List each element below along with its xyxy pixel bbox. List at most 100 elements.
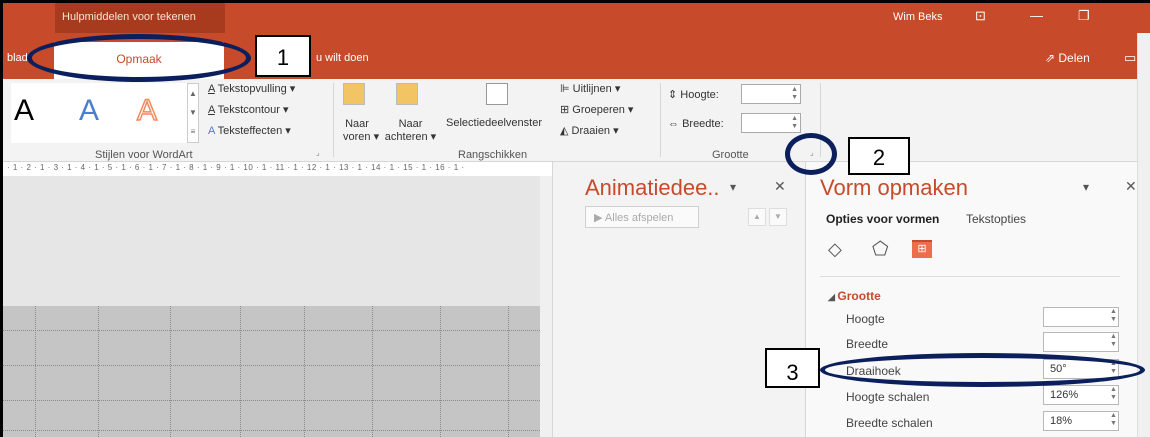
pane-options-icon[interactable]: ▾ xyxy=(730,180,736,194)
restore-icon[interactable]: ❐ xyxy=(1078,8,1090,24)
close-icon[interactable]: ✕ xyxy=(1125,178,1137,195)
annotation-oval-3 xyxy=(820,353,1145,387)
bring-forward-icon[interactable] xyxy=(343,83,365,105)
gridline xyxy=(372,306,373,437)
bring-forward-button[interactable]: Naarvoren ▾ xyxy=(343,118,379,143)
animation-pane-title: Animatiedee.. xyxy=(585,175,720,200)
scale-width-input[interactable]: 18% xyxy=(1043,411,1119,431)
spinner-arrows-icon[interactable]: ▲ ▼ xyxy=(791,86,798,102)
wordart-gallery-scroll[interactable]: ▲ ▼ ≡ xyxy=(187,83,199,143)
rotate-button[interactable]: ◭ Draaien ▾ xyxy=(560,124,619,137)
group-icon: ⊞ xyxy=(560,104,570,116)
user-name[interactable]: Wim Beks xyxy=(893,11,943,23)
tell-me-box[interactable]: u wilt doen xyxy=(316,52,369,64)
spinner-arrows-icon[interactable]: ▲ ▼ xyxy=(1110,412,1117,428)
gridline xyxy=(3,430,540,431)
vertical-scrollbar[interactable] xyxy=(540,176,552,437)
separator xyxy=(333,83,334,157)
comments-icon[interactable]: ▭ xyxy=(1124,50,1136,66)
text-effects-button[interactable]: A Teksteffecten ▾ xyxy=(208,124,291,137)
gridline xyxy=(35,306,36,437)
height-label: ⇕ Hoogte: xyxy=(668,89,719,101)
ribbon-display-icon[interactable]: ⊡ xyxy=(975,8,986,24)
play-all-button[interactable]: ▶ Alles afspelen xyxy=(585,206,699,228)
move-up-icon[interactable]: ▲ xyxy=(748,208,766,226)
tab-text-options[interactable]: Tekstopties xyxy=(966,212,1026,226)
gridline xyxy=(170,306,171,437)
arrange-group-label: Rangschikken xyxy=(458,149,528,161)
rotate-icon: ◭ xyxy=(560,125,569,137)
fill-line-icon[interactable]: ◇ xyxy=(828,239,842,260)
divider xyxy=(820,276,1120,277)
scale-height-input[interactable]: 126% xyxy=(1043,385,1119,405)
tab-shape-options[interactable]: Opties voor vormen xyxy=(826,212,939,226)
effects-pentagon-icon[interactable]: ⬠ xyxy=(872,238,889,261)
text-outline-button[interactable]: A Tekstcontour ▾ xyxy=(208,103,289,116)
wordart-style-blue[interactable]: A xyxy=(79,94,99,128)
annotation-label-3: 3 xyxy=(765,348,820,388)
wordart-style-outline[interactable]: A xyxy=(136,93,158,128)
share-label: Delen xyxy=(1058,51,1090,65)
share-button[interactable]: ⇗ Delen xyxy=(1045,51,1090,65)
collapse-triangle-icon: ◢ xyxy=(828,292,838,302)
spinner-arrows-icon[interactable]: ▲ ▼ xyxy=(791,115,798,131)
spinner-arrows-icon[interactable]: ▲ ▼ xyxy=(1110,308,1117,324)
close-icon[interactable]: ✕ xyxy=(774,178,786,195)
width-input[interactable] xyxy=(1043,332,1119,352)
separator xyxy=(660,83,661,157)
selection-pane-button[interactable]: Selectiedeelvenster xyxy=(446,117,542,129)
right-scrollbar[interactable] xyxy=(1137,33,1150,437)
height-input[interactable] xyxy=(1043,307,1119,327)
text-outline-icon: A xyxy=(208,104,215,116)
text-effects-icon: A xyxy=(208,125,215,137)
height-icon: ⇕ xyxy=(668,89,678,101)
annotation-oval-2 xyxy=(785,133,837,175)
tab-partial-left[interactable]: blad xyxy=(7,52,28,64)
context-tab-drawing-tools: Hulpmiddelen voor tekenen xyxy=(55,3,225,33)
spinner-arrows-icon[interactable]: ▲ ▼ xyxy=(1110,386,1117,402)
rotate-label: Draaien xyxy=(571,125,611,137)
height-row-label: Hoogte xyxy=(846,312,885,326)
wordart-style-black[interactable]: A xyxy=(14,94,34,128)
wordart-dialog-launcher-icon[interactable]: ⌟ xyxy=(316,148,320,157)
text-fill-button[interactable]: A Tekstopvulling ▾ xyxy=(208,82,295,95)
width-spinner[interactable]: ▲ ▼ xyxy=(741,113,801,133)
size-properties-icon[interactable]: ⊞ xyxy=(912,240,932,258)
play-all-label: Alles afspelen xyxy=(604,212,674,224)
gridline xyxy=(508,306,509,437)
send-backward-icon[interactable] xyxy=(396,83,418,105)
move-down-icon[interactable]: ▼ xyxy=(769,208,787,226)
height-spinner[interactable]: ▲ ▼ xyxy=(741,84,801,104)
gridline xyxy=(98,306,99,437)
play-icon: ▶ xyxy=(594,212,605,224)
share-icon: ⇗ xyxy=(1045,51,1059,65)
width-icon: ⇔ xyxy=(668,118,679,130)
minimize-icon[interactable]: — xyxy=(1030,8,1043,23)
slide-canvas[interactable] xyxy=(3,306,540,437)
gridline xyxy=(3,400,540,401)
gridline xyxy=(304,306,305,437)
spinner-arrows-icon[interactable]: ▲ ▼ xyxy=(1110,333,1117,349)
wordart-gallery[interactable] xyxy=(11,83,191,143)
group-button[interactable]: ⊞ Groeperen ▾ xyxy=(560,103,633,116)
selection-pane-icon[interactable] xyxy=(486,83,508,105)
gridline xyxy=(440,306,441,437)
bring-forward-label-2: voren ▾ xyxy=(343,131,379,143)
align-button[interactable]: ⊫ Uitlijnen ▾ xyxy=(560,82,620,95)
text-outline-label: Tekstcontour xyxy=(217,104,280,116)
gridline xyxy=(3,365,540,366)
bring-forward-label-1: Naar xyxy=(345,118,369,130)
size-section-header[interactable]: ◢ Grootte xyxy=(828,289,881,303)
width-row-label: Breedte xyxy=(846,337,889,351)
send-backward-label-2: achteren ▾ xyxy=(384,131,437,143)
editing-area xyxy=(3,176,552,306)
pane-options-icon[interactable]: ▾ xyxy=(1083,180,1089,194)
gridline xyxy=(3,330,540,331)
animation-pane xyxy=(552,162,805,437)
annotation-oval-1 xyxy=(27,34,251,82)
scale-width-row-label: Breedte schalen xyxy=(846,416,933,430)
size-section-label: Grootte xyxy=(837,289,881,303)
send-backward-button[interactable]: Naar achteren ▾ xyxy=(383,118,438,143)
annotation-label-1: 1 xyxy=(255,35,311,77)
send-backward-label-1: Naar xyxy=(398,118,423,130)
